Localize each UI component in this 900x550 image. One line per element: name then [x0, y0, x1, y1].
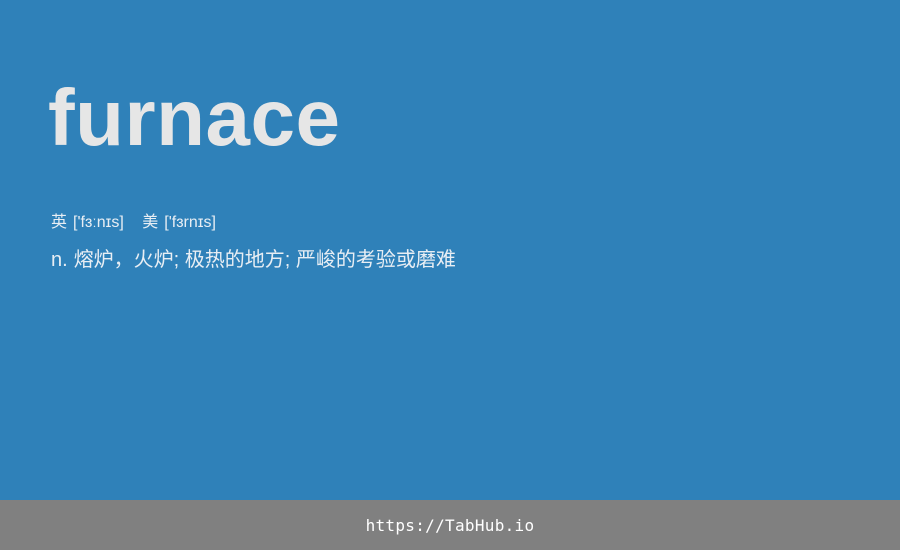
- phonetic-us: 美 ['fɜrnɪs]: [142, 212, 216, 234]
- phonetic-us-value: ['fɜrnɪs]: [164, 214, 216, 231]
- phonetic-uk-value: ['fɜːnɪs]: [73, 214, 124, 231]
- definition-text: 熔炉，火炉; 极热的地方; 严峻的考验或磨难: [73, 249, 456, 271]
- part-of-speech: n.: [51, 249, 68, 271]
- footer-bar: https://TabHub.io: [0, 500, 900, 550]
- word-card: furnace 英 ['fɜːnɪs] 美 ['fɜrnɪs] n. 熔炉，火炉; 极…: [0, 0, 900, 500]
- phonetic-uk: 英 ['fɜːnɪs]: [51, 212, 124, 234]
- phonetic-us-label: 美: [142, 214, 159, 231]
- phonetic-uk-label: 英: [51, 214, 68, 231]
- headword: furnace: [48, 73, 341, 162]
- definition: n. 熔炉，火炉; 极热的地方; 严峻的考验或磨难: [51, 247, 456, 273]
- tabhub-link[interactable]: https://TabHub.io: [366, 516, 535, 535]
- phonetics: 英 ['fɜːnɪs] 美 ['fɜrnɪs]: [51, 212, 216, 234]
